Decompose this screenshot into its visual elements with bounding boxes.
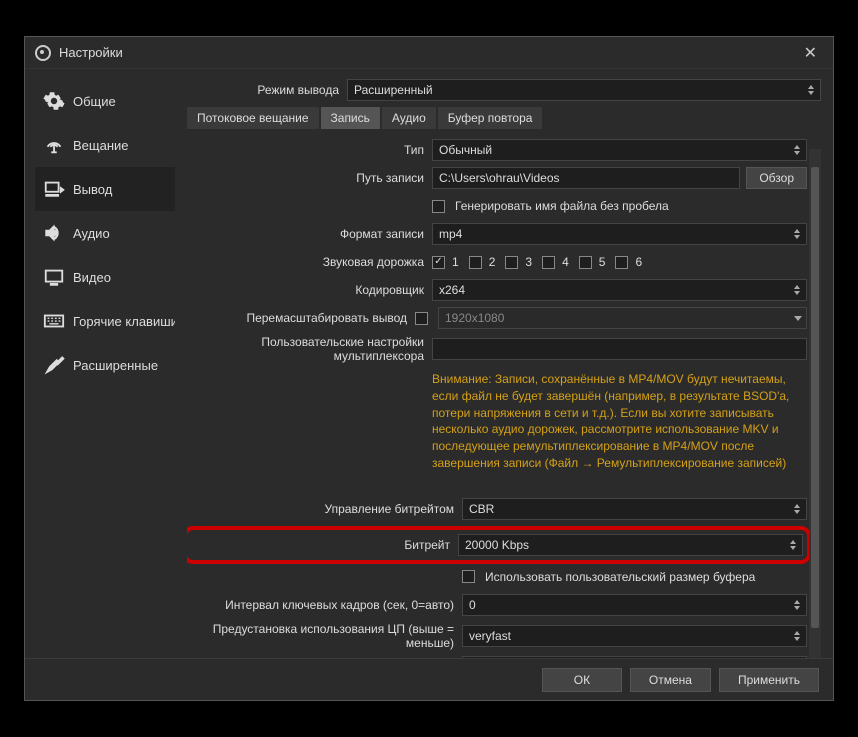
profile-select[interactable]: (Нет) [462, 656, 807, 658]
path-label: Путь записи [187, 171, 432, 185]
tab-replay-buffer[interactable]: Буфер повтора [438, 107, 543, 129]
sidebar-item-output[interactable]: Вывод [35, 167, 175, 211]
browse-button[interactable]: Обзор [746, 167, 807, 189]
track-4-checkbox[interactable] [542, 256, 555, 269]
rescale-label: Перемасштабировать вывод [187, 311, 415, 325]
titlebar: Настройки ✕ [25, 37, 833, 69]
track-1-checkbox[interactable] [432, 256, 445, 269]
sidebar-item-hotkeys[interactable]: Горячие клавиши [35, 299, 175, 343]
bitrate-input[interactable]: 20000 Kbps [458, 534, 803, 556]
muxer-input[interactable] [432, 338, 807, 360]
tools-icon [43, 354, 65, 376]
tab-recording[interactable]: Запись [321, 107, 380, 129]
preset-select[interactable]: veryfast [462, 625, 807, 647]
sidebar-item-stream[interactable]: Вещание [35, 123, 175, 167]
ok-button[interactable]: ОК [542, 668, 622, 692]
rc-select[interactable]: CBR [462, 498, 807, 520]
sidebar-label: Видео [73, 270, 111, 285]
format-label: Формат записи [187, 227, 432, 241]
broadcast-icon [43, 134, 65, 156]
footer: ОК Отмена Применить [25, 658, 833, 700]
type-select[interactable]: Обычный [432, 139, 807, 161]
scrollbar[interactable] [809, 149, 821, 658]
gen-filename-checkbox[interactable] [432, 200, 445, 213]
rescale-select[interactable]: 1920x1080 [438, 307, 807, 329]
format-select[interactable]: mp4 [432, 223, 807, 245]
app-icon [35, 45, 51, 61]
path-input[interactable]: C:\Users\ohrau\Videos [432, 167, 740, 189]
mp4-warning: Внимание: Записи, сохранённые в MP4/MOV … [432, 369, 807, 474]
output-mode-select[interactable]: Расширенный [347, 79, 821, 101]
encoder-select[interactable]: x264 [432, 279, 807, 301]
type-label: Тип [187, 143, 432, 157]
sidebar-item-audio[interactable]: Аудио [35, 211, 175, 255]
track-2-checkbox[interactable] [469, 256, 482, 269]
sidebar-label: Расширенные [73, 358, 158, 373]
sidebar-label: Горячие клавиши [73, 314, 175, 329]
muxer-label: Пользовательские настройки мультиплексор… [187, 335, 432, 363]
sidebar-item-general[interactable]: Общие [35, 79, 175, 123]
gear-icon [43, 90, 65, 112]
output-icon [43, 178, 65, 200]
cancel-button[interactable]: Отмена [630, 668, 711, 692]
rc-label: Управление битрейтом [187, 502, 462, 516]
content: Режим вывода Расширенный Потоковое вещан… [175, 69, 833, 658]
scroll-area: Тип Обычный Путь записи C:\Users\ohrau\V… [187, 139, 821, 658]
track-3-checkbox[interactable] [505, 256, 518, 269]
output-mode-label: Режим вывода [187, 83, 347, 97]
rescale-checkbox[interactable] [415, 312, 428, 325]
preset-label: Предустановка использования ЦП (выше = м… [187, 622, 462, 650]
output-mode-row: Режим вывода Расширенный [187, 79, 821, 101]
keyint-input[interactable]: 0 [462, 594, 807, 616]
scrollbar-thumb[interactable] [811, 167, 819, 628]
bitrate-label: Битрейт [191, 538, 458, 552]
sidebar-item-video[interactable]: Видео [35, 255, 175, 299]
track-6-checkbox[interactable] [615, 256, 628, 269]
custom-buffer-label: Использовать пользовательский размер буф… [485, 570, 755, 584]
sidebar-label: Вещание [73, 138, 129, 153]
sidebar-label: Общие [73, 94, 116, 109]
tab-audio[interactable]: Аудио [382, 107, 436, 129]
track-5-checkbox[interactable] [579, 256, 592, 269]
keyint-label: Интервал ключевых кадров (сек, 0=авто) [187, 598, 462, 612]
custom-buffer-checkbox[interactable] [462, 570, 475, 583]
video-icon [43, 266, 65, 288]
sidebar-item-advanced[interactable]: Расширенные [35, 343, 175, 387]
sidebar-label: Аудио [73, 226, 110, 241]
sidebar: Общие Вещание Вывод Аудио Видео Горячие … [25, 69, 175, 658]
gen-filename-label: Генерировать имя файла без пробела [455, 199, 669, 213]
apply-button[interactable]: Применить [719, 668, 819, 692]
tab-streaming[interactable]: Потоковое вещание [187, 107, 319, 129]
close-icon[interactable]: ✕ [798, 43, 823, 63]
body: Общие Вещание Вывод Аудио Видео Горячие … [25, 69, 833, 658]
sidebar-label: Вывод [73, 182, 112, 197]
output-tabs: Потоковое вещание Запись Аудио Буфер пов… [187, 107, 821, 129]
encoder-label: Кодировщик [187, 283, 432, 297]
window-title: Настройки [59, 45, 798, 60]
bitrate-highlight: Битрейт 20000 Kbps [187, 526, 811, 564]
keyboard-icon [43, 310, 65, 332]
audio-icon [43, 222, 65, 244]
settings-window: Настройки ✕ Общие Вещание Вывод Аудио [24, 36, 834, 701]
track-label: Звуковая дорожка [187, 255, 432, 269]
